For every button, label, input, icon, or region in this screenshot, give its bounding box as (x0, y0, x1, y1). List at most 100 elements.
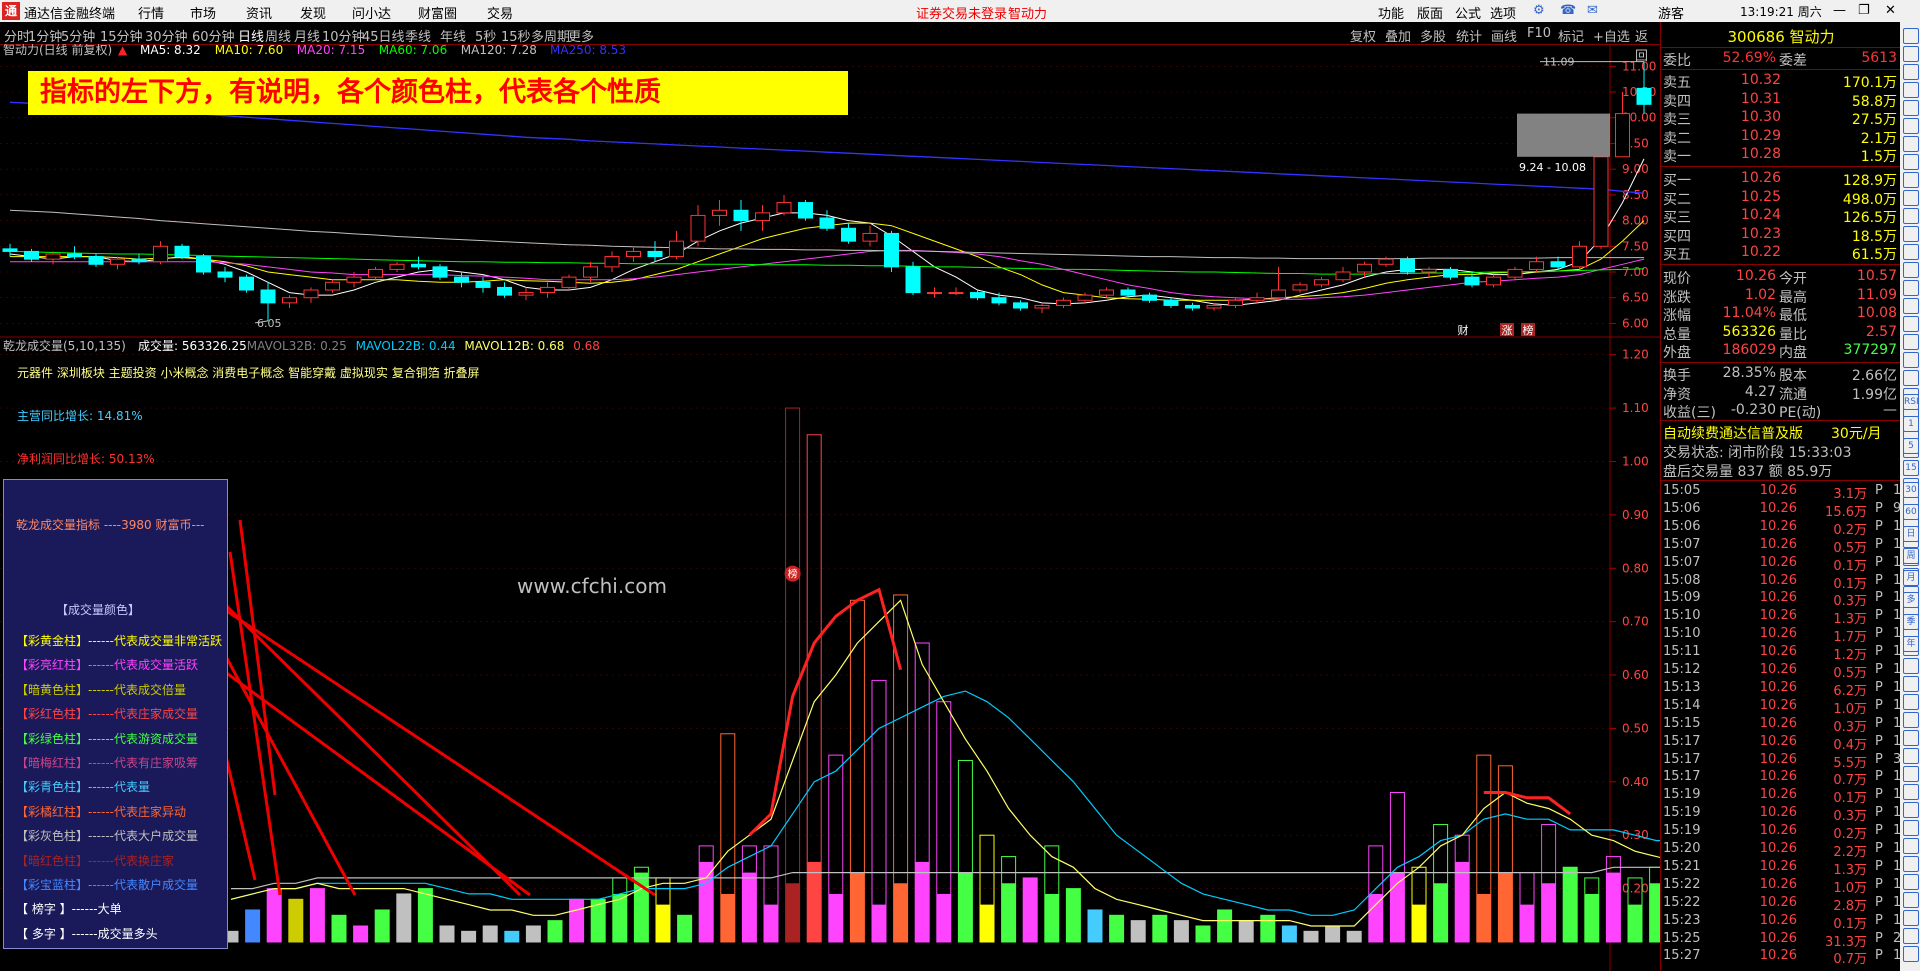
side-period-icon[interactable]: 周 (1903, 548, 1919, 564)
menu-formula[interactable]: 公式 (1455, 3, 1481, 22)
period-1[interactable]: 1分钟 (28, 26, 62, 45)
side-tool-icon[interactable] (1903, 172, 1919, 188)
ask-row[interactable]: 卖三 10.30 27.5万 (1661, 109, 1901, 128)
login-notice[interactable]: 证券交易未登录 (916, 3, 1007, 22)
period-14[interactable]: 15秒 (501, 26, 531, 45)
side-period-icon[interactable]: 30 (1903, 482, 1919, 498)
side-tool-icon[interactable] (1903, 118, 1919, 134)
menu-ask[interactable]: 问小达 (352, 3, 391, 22)
close-icon[interactable]: ✕ (1885, 3, 1896, 18)
side-period-icon[interactable]: 月 (1903, 570, 1919, 586)
period-15[interactable]: 多周期 (531, 26, 570, 45)
side-tool-icon[interactable] (1903, 82, 1919, 98)
side-tool-icon[interactable] (1903, 676, 1919, 692)
side-period-icon[interactable]: 15 (1903, 460, 1919, 476)
tool-3[interactable]: 统计 (1456, 26, 1482, 45)
side-period-icon[interactable]: 季 (1903, 614, 1919, 630)
tool-4[interactable]: 画线 (1491, 26, 1517, 45)
toolbar-icon-1[interactable]: ⚙ (1533, 3, 1545, 18)
ad-row[interactable]: 自动续费通达信普及版 30元/月 (1661, 423, 1901, 442)
bid-row[interactable]: 买三 10.24 126.5万 (1661, 207, 1901, 226)
side-tool-icon[interactable] (1903, 928, 1919, 944)
period-5[interactable]: 60分钟 (192, 26, 235, 45)
side-period-icon[interactable]: 60 (1903, 504, 1919, 520)
period-16[interactable]: 更多 (568, 26, 594, 45)
side-tool-icon[interactable] (1903, 370, 1919, 386)
side-tool-icon[interactable] (1903, 334, 1919, 350)
user-label[interactable]: 游客 (1658, 3, 1684, 22)
period-10[interactable]: 45日线 (362, 26, 405, 45)
period-4[interactable]: 30分钟 (145, 26, 188, 45)
tool-6[interactable]: 标记 (1558, 26, 1584, 45)
side-tool-icon[interactable] (1903, 262, 1919, 278)
side-tool-icon[interactable] (1903, 910, 1919, 926)
ask-row[interactable]: 卖五 10.32 170.1万 (1661, 72, 1901, 91)
side-period-icon[interactable]: 多 (1903, 592, 1919, 608)
side-tool-icon[interactable] (1903, 190, 1919, 206)
side-tool-icon[interactable] (1903, 730, 1919, 746)
period-9[interactable]: 10分钟 (322, 26, 365, 45)
side-tool-icon[interactable] (1903, 64, 1919, 80)
menu-layout[interactable]: 版面 (1417, 3, 1443, 22)
period-6[interactable]: 日线 (238, 26, 264, 45)
side-period-icon[interactable]: 1 (1903, 416, 1919, 432)
side-tool-icon[interactable] (1903, 28, 1919, 44)
mail-icon[interactable]: ✉ (1587, 3, 1598, 18)
tool-0[interactable]: 复权 (1350, 26, 1376, 45)
tool-7[interactable]: +自选 (1593, 26, 1630, 45)
period-0[interactable]: 分时 (4, 26, 30, 45)
side-tool-icon[interactable] (1903, 208, 1919, 224)
bid-row[interactable]: 买一 10.26 128.9万 (1661, 170, 1901, 189)
side-period-icon[interactable]: RSI (1903, 394, 1919, 410)
menu-news[interactable]: 资讯 (246, 3, 272, 22)
period-13[interactable]: 5秒 (475, 26, 496, 45)
side-tool-icon[interactable] (1903, 46, 1919, 62)
side-tool-icon[interactable] (1903, 874, 1919, 890)
menu-function[interactable]: 功能 (1378, 3, 1404, 22)
side-tool-icon[interactable] (1903, 766, 1919, 782)
side-tool-icon[interactable] (1903, 280, 1919, 296)
side-tool-icon[interactable] (1903, 694, 1919, 710)
side-tool-icon[interactable] (1903, 298, 1919, 314)
side-tool-icon[interactable] (1903, 352, 1919, 368)
side-tool-icon[interactable] (1903, 712, 1919, 728)
side-tool-icon[interactable] (1903, 100, 1919, 116)
menu-discover[interactable]: 发现 (300, 3, 326, 22)
side-tool-icon[interactable] (1903, 838, 1919, 854)
side-tool-icon[interactable] (1903, 244, 1919, 260)
minimize-icon[interactable]: — (1833, 3, 1846, 18)
bid-row[interactable]: 买二 10.25 498.0万 (1661, 189, 1901, 208)
period-7[interactable]: 周线 (265, 26, 291, 45)
side-tool-icon[interactable] (1903, 316, 1919, 332)
bid-row[interactable]: 买四 10.23 18.5万 (1661, 226, 1901, 245)
side-period-icon[interactable]: 年 (1903, 636, 1919, 652)
period-8[interactable]: 月线 (294, 26, 320, 45)
tool-2[interactable]: 多股 (1420, 26, 1446, 45)
side-tool-icon[interactable] (1903, 820, 1919, 836)
side-period-icon[interactable]: 5 (1903, 438, 1919, 454)
side-tool-icon[interactable] (1903, 136, 1919, 152)
ask-row[interactable]: 卖一 10.28 1.5万 (1661, 146, 1901, 165)
side-tool-icon[interactable] (1903, 658, 1919, 674)
side-tool-icon[interactable] (1903, 154, 1919, 170)
side-period-icon[interactable]: 日 (1903, 526, 1919, 542)
side-tool-icon[interactable] (1903, 226, 1919, 242)
menu-trade[interactable]: 交易 (487, 3, 513, 22)
tool-5[interactable]: F10 (1527, 26, 1551, 41)
period-11[interactable]: 季线 (405, 26, 431, 45)
tool-1[interactable]: 叠加 (1385, 26, 1411, 45)
menu-wealth[interactable]: 财富圈 (418, 3, 457, 22)
period-2[interactable]: 5分钟 (61, 26, 95, 45)
side-tool-icon[interactable] (1903, 856, 1919, 872)
maximize-icon[interactable]: ❐ (1858, 3, 1870, 18)
ask-row[interactable]: 卖二 10.29 2.1万 (1661, 128, 1901, 147)
side-tool-icon[interactable] (1903, 748, 1919, 764)
period-12[interactable]: 年线 (440, 26, 466, 45)
toolbar-icon-2[interactable]: ☎ (1560, 3, 1576, 18)
period-3[interactable]: 15分钟 (100, 26, 143, 45)
side-tool-icon[interactable] (1903, 784, 1919, 800)
menu-options[interactable]: 选项 (1490, 3, 1516, 22)
side-tool-icon[interactable] (1903, 946, 1919, 962)
menu-market[interactable]: 行情 (138, 3, 164, 22)
menu-exchange[interactable]: 市场 (190, 3, 216, 22)
